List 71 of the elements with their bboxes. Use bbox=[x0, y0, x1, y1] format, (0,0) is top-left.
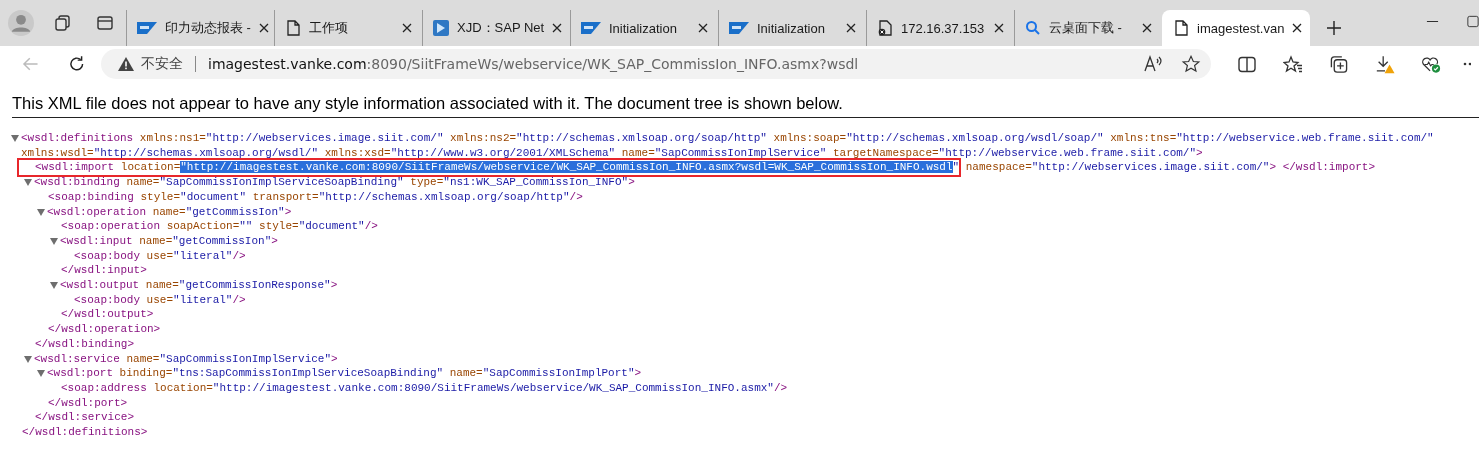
expand-toggle[interactable] bbox=[37, 208, 45, 216]
logo-icon bbox=[581, 22, 601, 34]
info-message: This XML file does not appear to have any style information associated with it. The document tree is shown below. bbox=[12, 94, 1479, 118]
star-icon[interactable] bbox=[1181, 55, 1201, 73]
maximize-icon[interactable] bbox=[1467, 15, 1479, 28]
tab-title: 印力动态报表 - bbox=[165, 19, 251, 37]
xml-line: <soap:operation soapAction="" style="document"/> bbox=[61, 219, 378, 234]
document-icon bbox=[285, 20, 301, 36]
tab-title: Initialization bbox=[757, 20, 826, 36]
xml-line: <wsdl:service name="SapCommissIonImplService"> bbox=[34, 351, 338, 367]
expand-toggle[interactable] bbox=[50, 237, 58, 245]
refresh-icon[interactable] bbox=[67, 55, 85, 73]
xml-line: <wsdl:operation name="getCommissIon"> bbox=[47, 204, 292, 220]
logo-icon bbox=[137, 22, 157, 34]
expand-toggle[interactable] bbox=[11, 135, 19, 142]
download-warning-icon[interactable] bbox=[1375, 54, 1395, 74]
close-icon[interactable] bbox=[994, 23, 1004, 33]
search-icon bbox=[1025, 20, 1041, 36]
xml-line: </wsdl:definitions> bbox=[22, 425, 148, 440]
expand-toggle[interactable] bbox=[37, 370, 45, 378]
app-icon bbox=[433, 20, 449, 36]
health-icon[interactable] bbox=[1421, 54, 1441, 74]
collections-icon[interactable] bbox=[1329, 54, 1349, 74]
close-icon[interactable] bbox=[402, 23, 412, 33]
expand-toggle[interactable] bbox=[24, 355, 32, 363]
xml-line: <soap:body use="literal"/> bbox=[74, 292, 246, 308]
workspaces-icon[interactable] bbox=[54, 14, 72, 32]
xml-line: </wsdl:output> bbox=[61, 307, 154, 323]
xml-line: <wsdl:port binding="tns:SapCommissIonImplServiceSoapBinding" name="SapCommissIonImplPort"> bbox=[47, 366, 642, 381]
tab-title: XJD：SAP Net bbox=[457, 19, 545, 37]
url-text: imagestest.vanke.com:8090/SiitFrameWs/webservice/WK_SAP_CommissIon_INFO.asmx?wsdl bbox=[208, 56, 859, 72]
xml-line: <soap:body use="literal"/> bbox=[74, 248, 246, 264]
xml-line: </wsdl:binding> bbox=[35, 336, 135, 352]
xml-line: </wsdl:input> bbox=[61, 263, 147, 279]
close-icon[interactable] bbox=[1142, 23, 1152, 33]
address-bar[interactable]: 不安全 imagestest.vanke.com:8090/SiitFrameWs/webservice/WK_SAP_CommissIon_INFO.asmx?wsdl bbox=[101, 49, 1211, 79]
xml-line: <wsdl:input name="getCommissIon"> bbox=[60, 233, 278, 249]
xml-line: <wsdl:output name="getCommissIonResponse"> bbox=[60, 278, 338, 293]
xml-line: <soap:address location="http://imagestest.vanke.com:8090/SiitFrameWs/webservice/WK_SAP_CommissIon_INFO.asmx"/> bbox=[61, 380, 788, 396]
profile-icon[interactable] bbox=[8, 10, 34, 36]
browser-tab[interactable]: imagestest.van bbox=[1162, 10, 1310, 46]
close-icon[interactable] bbox=[1292, 23, 1303, 33]
xml-line: <soap:binding style="document" transport="http://schemas.xmlsoap.org/soap/http"/> bbox=[48, 189, 583, 205]
xml-line: </wsdl:service> bbox=[35, 410, 135, 426]
close-icon[interactable] bbox=[846, 23, 856, 33]
tab-title: imagestest.van bbox=[1197, 20, 1285, 36]
new-tab-icon[interactable] bbox=[1326, 20, 1342, 36]
security-label[interactable]: 不安全 bbox=[141, 55, 183, 73]
xml-line: </wsdl:operation> bbox=[48, 322, 161, 337]
document-icon bbox=[1173, 20, 1189, 36]
document-error-icon bbox=[877, 20, 893, 36]
tab-title: 172.16.37.153 bbox=[901, 20, 986, 36]
more-icon[interactable] bbox=[1463, 62, 1471, 66]
close-icon[interactable] bbox=[258, 23, 269, 33]
tab-title: 工作项 bbox=[309, 19, 349, 37]
logo-icon bbox=[729, 22, 749, 34]
read-aloud-icon[interactable] bbox=[1143, 55, 1163, 73]
split-screen-icon[interactable] bbox=[1237, 54, 1257, 74]
expand-toggle[interactable] bbox=[24, 179, 32, 187]
xml-line: <wsdl:definitions xmlns:ns1="http://webservices.image.siit.com/" xmlns:ns2="http://schemas.xmlsoap.org/soap/http" xmlns:soap="http://schemas.xmlsoap.org/wsdl/soap/" xmlns:tns="http://webservice.web.frame.siit.com/" xmlns:wsdl="http://schemas.xmlsoap.org/wsdl/" xmlns:xsd="http://www.w3.org/2001/XMLSchema" name="SapCommissIonImplService" targetNamespace="http://webservice.web.frame.siit.com/"> bbox=[21, 131, 1435, 161]
warning-icon[interactable] bbox=[117, 56, 135, 72]
xml-line: <wsdl:binding name="SapCommissIonImplServiceSoapBinding" type="ns1:WK_SAP_CommissIon_INFO"> bbox=[34, 175, 635, 190]
close-icon[interactable] bbox=[698, 23, 708, 33]
tab-title: 云桌面下载 - bbox=[1049, 19, 1123, 37]
favorites-icon[interactable] bbox=[1283, 54, 1303, 74]
expand-toggle[interactable] bbox=[50, 282, 58, 290]
xml-line: <wsdl:import location="http://imagestest.vanke.com:8090/SiitFrameWs/webservice/WK_SAP_CommissIon_INFO.asmx?wsdl=WK_SAP_CommissIon_INFO.wsdl" namespace="http://webservices.image.siit.com/"> </wsdl:import> bbox=[35, 160, 1376, 176]
tab-actions-icon[interactable] bbox=[96, 14, 114, 32]
tab-title: Initialization bbox=[609, 20, 678, 36]
xml-line: </wsdl:port> bbox=[48, 395, 128, 411]
close-icon[interactable] bbox=[552, 23, 563, 33]
